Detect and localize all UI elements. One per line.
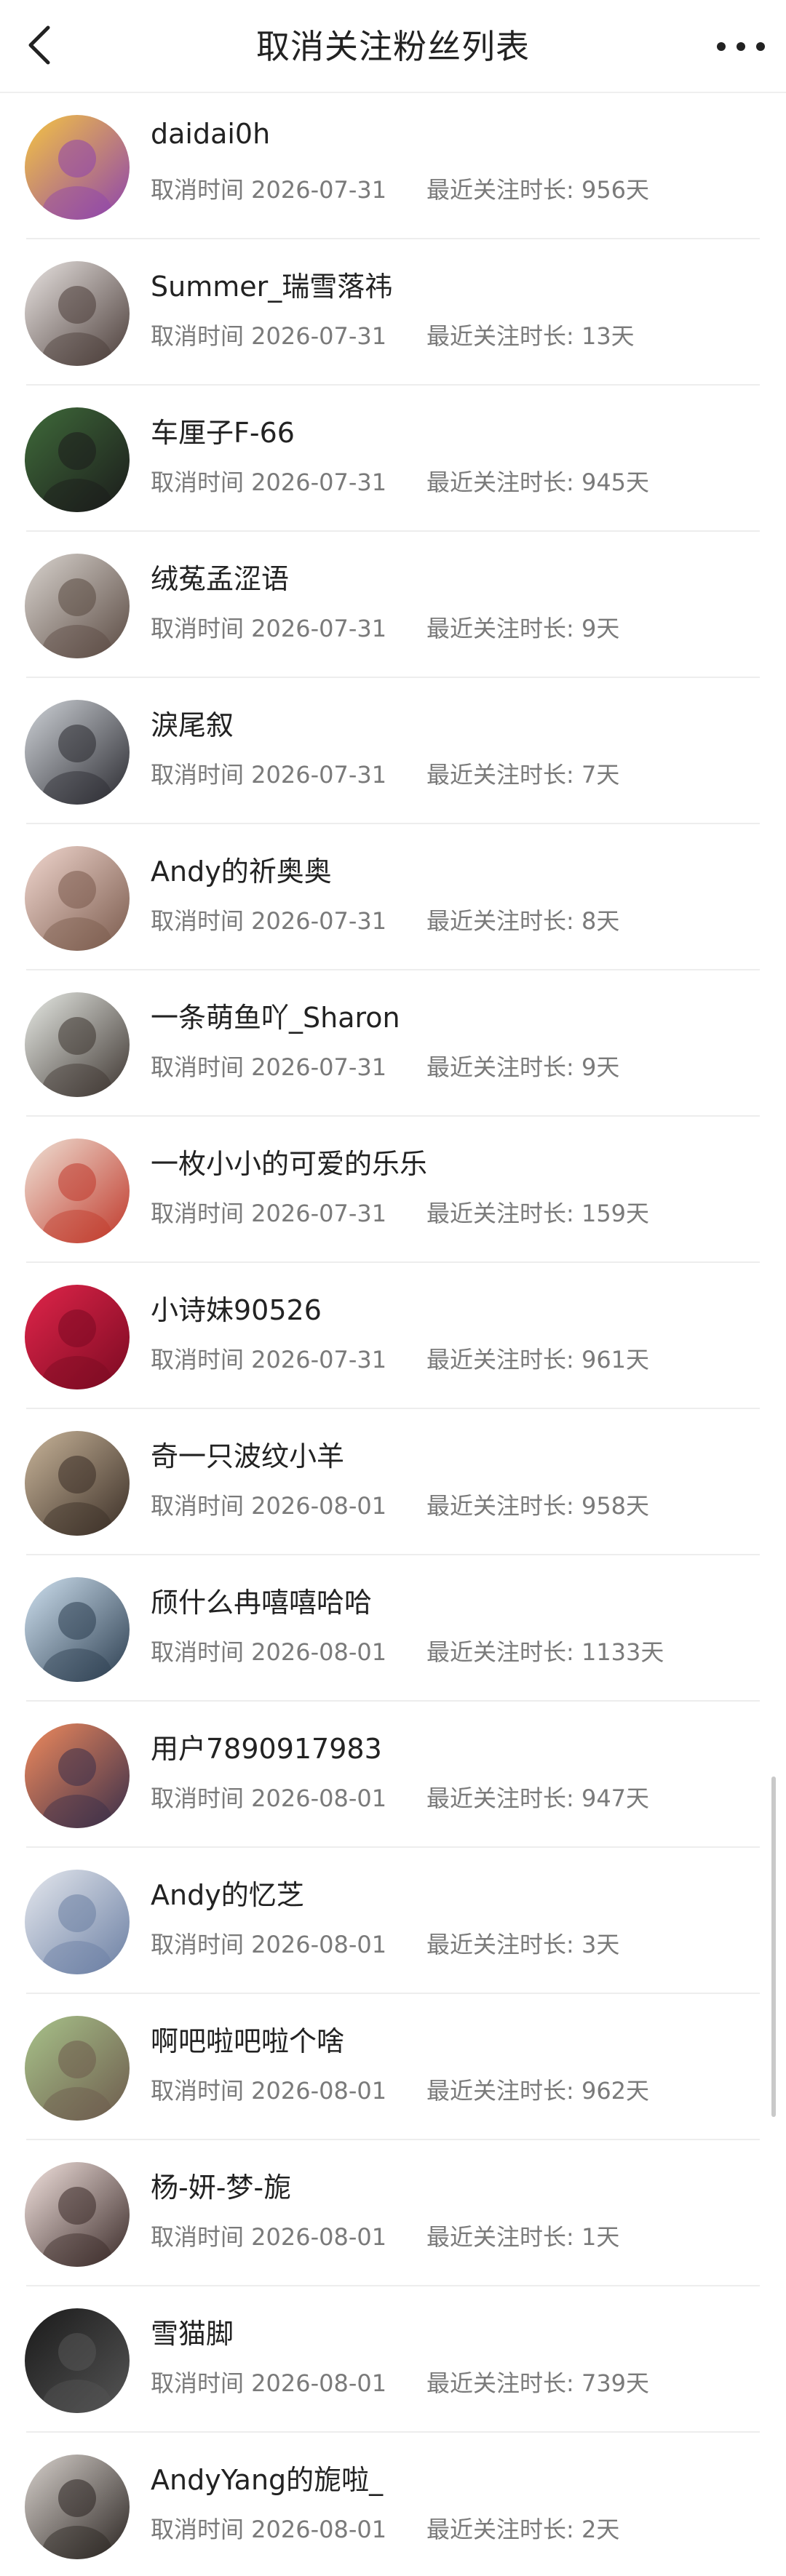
user-name[interactable]: daidai0h [151,118,270,150]
cancel-time: 取消时间 2026-07-31 [151,322,387,350]
follow-duration: 最近关注时长: 958天 [426,1492,650,1520]
avatar[interactable] [25,992,130,1097]
list-item[interactable]: 淚尾叙取消时间 2026-07-31 最近关注时长: 7天 [0,678,786,824]
cancel-time: 取消时间 2026-07-31 [151,1346,387,1373]
list-item[interactable]: Summer_瑞雪落祎取消时间 2026-07-31 最近关注时长: 13天 [0,239,786,386]
list-item[interactable]: 杨-妍-梦-旎取消时间 2026-08-01 最近关注时长: 1天 [0,2140,786,2286]
cancel-time: 取消时间 2026-08-01 [151,2369,387,2397]
user-name[interactable]: 用户7890917983 [151,1726,382,1766]
follow-duration: 最近关注时长: 2天 [426,2516,620,2543]
cancel-time: 取消时间 2026-08-01 [151,2077,387,2105]
avatar[interactable] [25,1870,130,1974]
follow-duration: 最近关注时长: 8天 [426,907,620,935]
follow-duration: 最近关注时长: 1天 [426,2223,620,2251]
cancel-time: 取消时间 2026-07-31 [151,615,387,642]
list-item[interactable]: 颀什么冉嘻嘻哈哈取消时间 2026-08-01 最近关注时长: 1133天 [0,1555,786,1702]
follow-duration: 最近关注时长: 947天 [426,1785,650,1812]
user-name[interactable]: AndyYang的旎啦_ [151,2457,383,2497]
avatar[interactable] [25,700,130,805]
more-horizontal-icon [717,42,765,51]
cancel-time: 取消时间 2026-07-31 [151,1200,387,1227]
list-item[interactable]: 一条萌鱼吖_Sharon 取消时间 2026-07-31 最近关注时长: 9天 [0,970,786,1117]
follow-duration: 最近关注时长: 159天 [426,1200,650,1227]
list-item[interactable]: Andy的忆芝取消时间 2026-08-01 最近关注时长: 3天 [0,1848,786,1994]
follow-duration: 最近关注时长: 956天 [426,176,650,204]
top-navigation-bar: 取消关注粉丝列表 [0,0,786,93]
list-item[interactable]: 啊吧啦吧啦个啥取消时间 2026-08-01 最近关注时长: 962天 [0,1994,786,2140]
user-name[interactable]: 杨-妍-梦-旎 [151,2165,291,2205]
cancel-time: 取消时间 2026-07-31 [151,761,387,789]
user-name[interactable]: 车厘子F-66 [151,410,295,450]
avatar[interactable] [25,2308,130,2413]
list-item[interactable]: 一枚小小的可爱的乐乐取消时间 2026-07-31 最近关注时长: 159天 [0,1117,786,1263]
list-item[interactable]: 奇一只波纹小羊取消时间 2026-08-01 最近关注时长: 958天 [0,1409,786,1555]
follow-duration: 最近关注时长: 945天 [426,468,650,496]
avatar[interactable] [25,2016,130,2121]
list-item[interactable]: 车厘子F-66 取消时间 2026-07-31 最近关注时长: 945天 [0,386,786,532]
user-name[interactable]: 一条萌鱼吖_Sharon [151,995,400,1035]
user-name[interactable]: 雪猫脚 [151,2311,234,2351]
follow-duration: 最近关注时长: 13天 [426,322,635,350]
user-name[interactable]: 一枚小小的可爱的乐乐 [151,1141,427,1181]
avatar[interactable] [25,115,130,220]
list-item[interactable]: 雪猫脚取消时间 2026-08-01 最近关注时长: 739天 [0,2286,786,2433]
list-item[interactable]: 小诗妹90526 取消时间 2026-07-31 最近关注时长: 961天 [0,1263,786,1409]
follow-duration: 最近关注时长: 961天 [426,1346,650,1373]
list-item[interactable]: daidai0h 取消时间 2026-07-31 最近关注时长: 956天 [0,93,786,239]
follow-duration: 最近关注时长: 3天 [426,1931,620,1958]
avatar[interactable] [25,1139,130,1243]
user-name[interactable]: Andy的忆芝 [151,1873,304,1913]
list-item[interactable]: 用户7890917983 取消时间 2026-08-01 最近关注时长: 947天 [0,1702,786,1848]
user-name[interactable]: Summer_瑞雪落祎 [151,264,392,304]
user-name[interactable]: 啊吧啦吧啦个啥 [151,2019,344,2059]
avatar[interactable] [25,1431,130,1536]
follow-duration: 最近关注时长: 9天 [426,615,620,642]
follow-duration: 最近关注时长: 1133天 [426,1638,664,1666]
avatar[interactable] [25,261,130,366]
avatar[interactable] [25,554,130,658]
avatar[interactable] [25,1577,130,1682]
avatar[interactable] [25,1285,130,1389]
avatar[interactable] [25,2162,130,2267]
list-item[interactable]: AndyYang的旎啦_ 取消时间 2026-08-01 最近关注时长: 2天 [0,2433,786,2576]
list-item[interactable]: 绒菟孟涩语取消时间 2026-07-31 最近关注时长: 9天 [0,532,786,678]
user-name[interactable]: 奇一只波纹小羊 [151,1434,344,1474]
cancel-time: 取消时间 2026-07-31 [151,176,387,204]
user-name[interactable]: 颀什么冉嘻嘻哈哈 [151,1580,372,1620]
unfollowed-fans-list: daidai0h 取消时间 2026-07-31 最近关注时长: 956天 Summe… [0,93,786,2576]
cancel-time: 取消时间 2026-08-01 [151,1785,387,1812]
follow-duration: 最近关注时长: 962天 [426,2077,650,2105]
follow-duration: 最近关注时长: 7天 [426,761,620,789]
cancel-time: 取消时间 2026-08-01 [151,2223,387,2251]
follow-duration: 最近关注时长: 9天 [426,1053,620,1081]
cancel-time: 取消时间 2026-07-31 [151,907,387,935]
cancel-time: 取消时间 2026-08-01 [151,1931,387,1958]
avatar[interactable] [25,846,130,951]
follow-duration: 最近关注时长: 739天 [426,2369,650,2397]
scrollbar[interactable] [771,1777,776,2117]
more-button[interactable] [710,23,771,70]
cancel-time: 取消时间 2026-08-01 [151,1492,387,1520]
cancel-time: 取消时间 2026-07-31 [151,468,387,496]
cancel-time: 取消时间 2026-08-01 [151,1638,387,1666]
user-name[interactable]: 绒菟孟涩语 [151,557,289,597]
app-screen: 取消关注粉丝列表 daidai0h 取消时间 2026-07-31 最近关注时长: … [0,0,786,2576]
cancel-time: 取消时间 2026-08-01 [151,2516,387,2543]
avatar[interactable] [25,407,130,512]
avatar[interactable] [25,1723,130,1828]
user-name[interactable]: Andy的祈奥奥 [151,849,332,889]
cancel-time: 取消时间 2026-07-31 [151,1053,387,1081]
user-name[interactable]: 小诗妹90526 [151,1288,322,1328]
list-item[interactable]: Andy的祈奥奥取消时间 2026-07-31 最近关注时长: 8天 [0,824,786,970]
user-name[interactable]: 淚尾叙 [151,703,234,743]
avatar[interactable] [25,2455,130,2559]
page-title: 取消关注粉丝列表 [256,27,530,66]
